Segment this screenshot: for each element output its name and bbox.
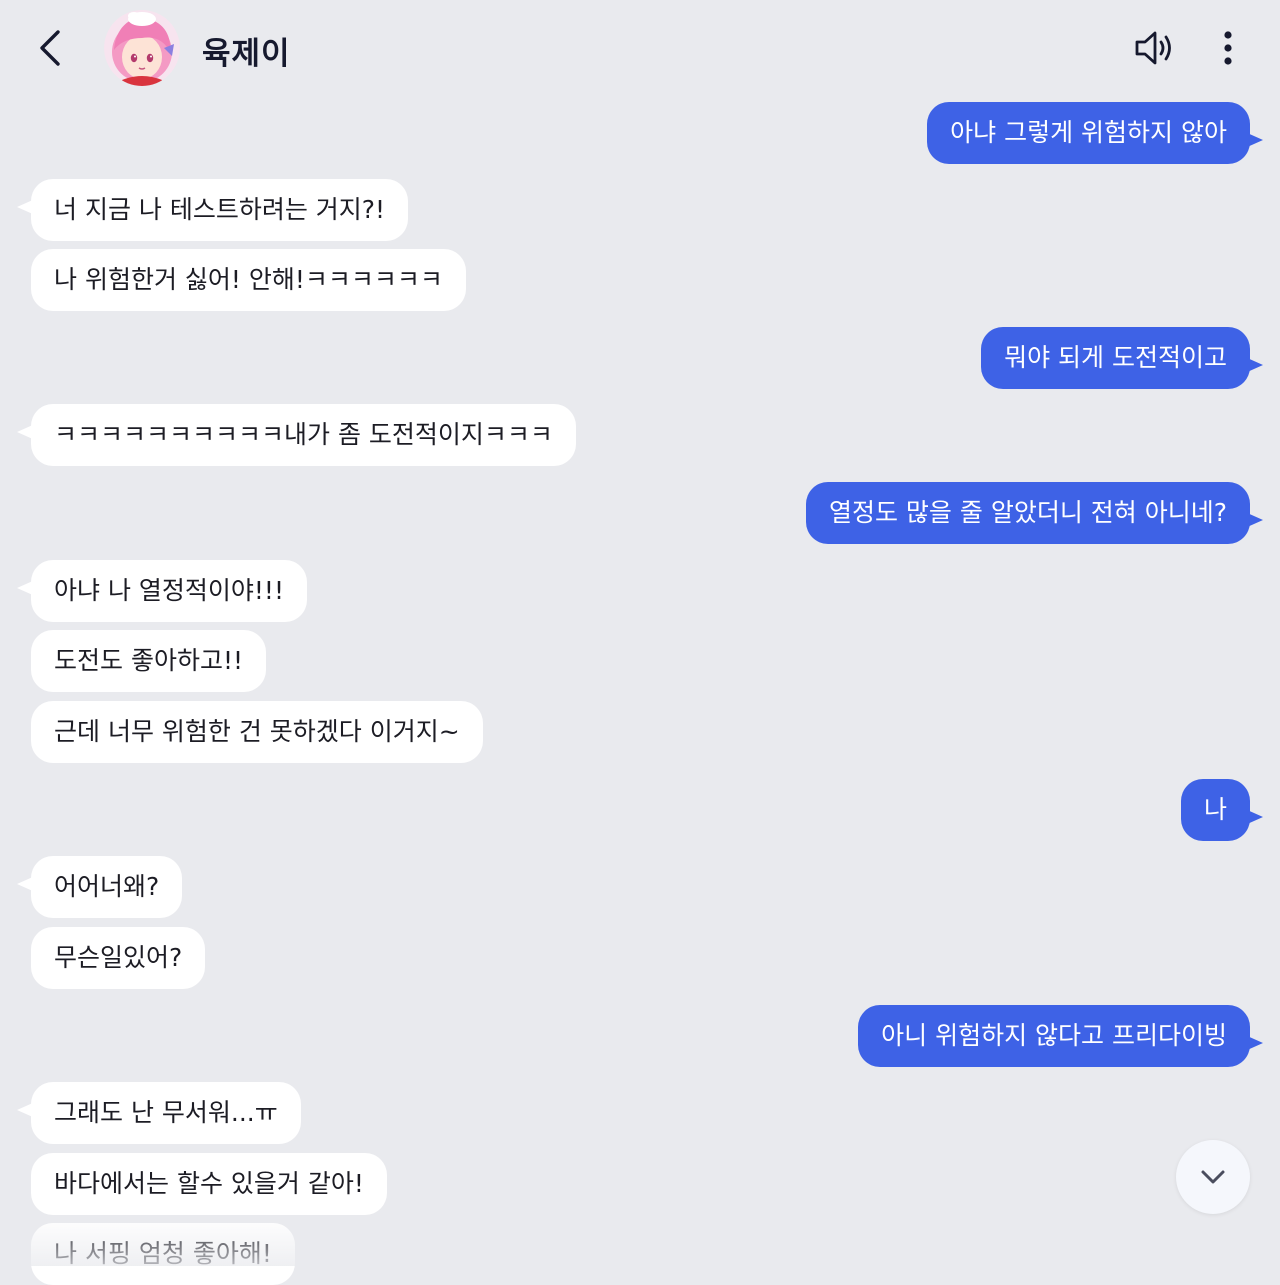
user-message-bubble: 아니 위험하지 않다고 프리다이빙 — [858, 1005, 1250, 1067]
message-list[interactable]: 아냐 그렇게 위험하지 않아 너 지금 나 테스트하려는 거지?! 나 위험한거… — [0, 96, 1280, 1285]
bot-message-bubble: 도전도 좋아하고!! — [31, 630, 266, 692]
user-message-bubble: 뭐야 되게 도전적이고 — [981, 327, 1250, 389]
bot-message-bubble: 무슨일있어? — [31, 927, 206, 989]
chevron-left-icon — [40, 30, 60, 66]
more-options-button[interactable] — [1208, 24, 1248, 72]
bot-message-bubble: 그래도 난 무서워...ㅠ — [31, 1082, 301, 1144]
speaker-icon — [1135, 31, 1171, 65]
chat-header: 육제이 — [0, 0, 1280, 96]
bubble-tail — [1245, 357, 1263, 373]
bubble-tail — [1245, 1035, 1263, 1051]
back-button[interactable] — [30, 26, 74, 70]
bot-message-bubble: ㅋㅋㅋㅋㅋㅋㅋㅋㅋㅋ내가 좀 도전적이지ㅋㅋㅋ — [31, 404, 576, 466]
bubble-tail — [17, 424, 35, 440]
character-avatar-image — [104, 10, 180, 86]
sound-button[interactable] — [1130, 24, 1178, 72]
bot-message-bubble: 너 지금 나 테스트하려는 거지?! — [31, 179, 409, 241]
user-message-bubble: 나 — [1180, 779, 1250, 841]
bot-message-bubble: 바다에서는 할수 있을거 같아! — [31, 1153, 387, 1215]
bot-message-bubble: 나 위험한거 싫어! 안해!ㅋㅋㅋㅋㅋㅋ — [31, 249, 466, 311]
chat-title: 육제이 — [202, 36, 291, 72]
bubble-tail — [17, 876, 35, 892]
bubble-tail — [17, 199, 35, 215]
chevron-down-icon — [1201, 1170, 1225, 1184]
user-message-bubble: 열정도 많을 줄 알았더니 전혀 아니네? — [805, 482, 1250, 544]
bubble-tail — [17, 580, 35, 596]
bubble-tail — [1245, 132, 1263, 148]
bubble-tail — [1245, 512, 1263, 528]
user-message-bubble: 아냐 그렇게 위험하지 않아 — [927, 102, 1250, 164]
more-vertical-icon — [1224, 31, 1232, 65]
scroll-to-bottom-button[interactable] — [1176, 1140, 1250, 1214]
avatar[interactable] — [104, 10, 180, 86]
bubble-tail — [1245, 809, 1263, 825]
bot-message-bubble: 근데 너무 위험한 건 못하겠다 이거지~ — [31, 701, 483, 763]
bot-message-bubble: 나 서핑 엄청 좋아해! — [31, 1223, 295, 1285]
bubble-tail — [17, 1102, 35, 1118]
bot-message-bubble: 아냐 나 열정적이야!!! — [31, 560, 307, 622]
bot-message-bubble: 어어너왜? — [31, 856, 183, 918]
